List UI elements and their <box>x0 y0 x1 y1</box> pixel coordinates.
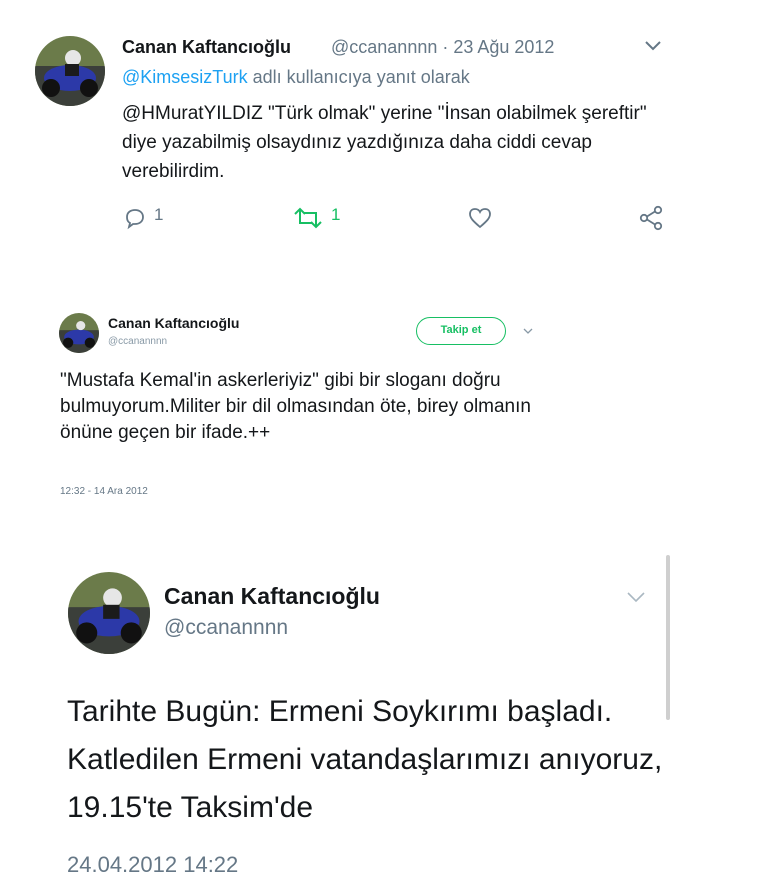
timestamp[interactable]: 12:32 - 14 Ara 2012 <box>60 486 148 497</box>
retweet-count: 1 <box>331 205 341 224</box>
author-name[interactable]: Canan Kaftancıoğlu <box>108 315 239 331</box>
author-handle[interactable]: @ccanannnn <box>108 336 167 347</box>
author-handle[interactable]: @ccanannnn <box>164 616 288 640</box>
reply-icon[interactable] <box>123 206 147 230</box>
share-icon[interactable] <box>638 205 664 231</box>
avatar[interactable] <box>68 572 150 654</box>
tweet-text: "Mustafa Kemal'in askerleriyiz" gibi bir… <box>60 370 531 443</box>
author-name[interactable]: Canan Kaftancıoğlu <box>164 583 380 610</box>
author-name[interactable]: Canan Kaftancıoğlu <box>122 37 291 58</box>
retweet-icon[interactable] <box>290 206 326 230</box>
chevron-down-icon[interactable] <box>642 34 664 56</box>
chevron-down-icon[interactable] <box>522 324 534 336</box>
heart-icon[interactable] <box>467 205 493 231</box>
author-handle-date[interactable]: @ccanannnn · 23 Ağu 2012 <box>331 37 554 58</box>
tweet-text: @HMuratYILDIZ "Türk olmak" yerine "İnsan… <box>122 103 647 182</box>
follow-button[interactable]: Takip et <box>416 317 506 345</box>
timestamp[interactable]: 24.04.2012 14:22 <box>67 852 238 878</box>
tweet-text: Tarihte Bugün: Ermeni Soykırımı başladı.… <box>67 695 663 824</box>
avatar[interactable] <box>59 313 99 353</box>
reply-context-text: adlı kullanıcıya yanıt olarak <box>247 67 470 87</box>
reply-context: @KimsesizTurk adlı kullanıcıya yanıt ola… <box>122 67 470 88</box>
reply-mention-link[interactable]: @KimsesizTurk <box>122 67 248 87</box>
reply-count: 1 <box>154 205 164 224</box>
avatar[interactable] <box>35 36 105 106</box>
chevron-down-icon[interactable] <box>625 588 647 606</box>
